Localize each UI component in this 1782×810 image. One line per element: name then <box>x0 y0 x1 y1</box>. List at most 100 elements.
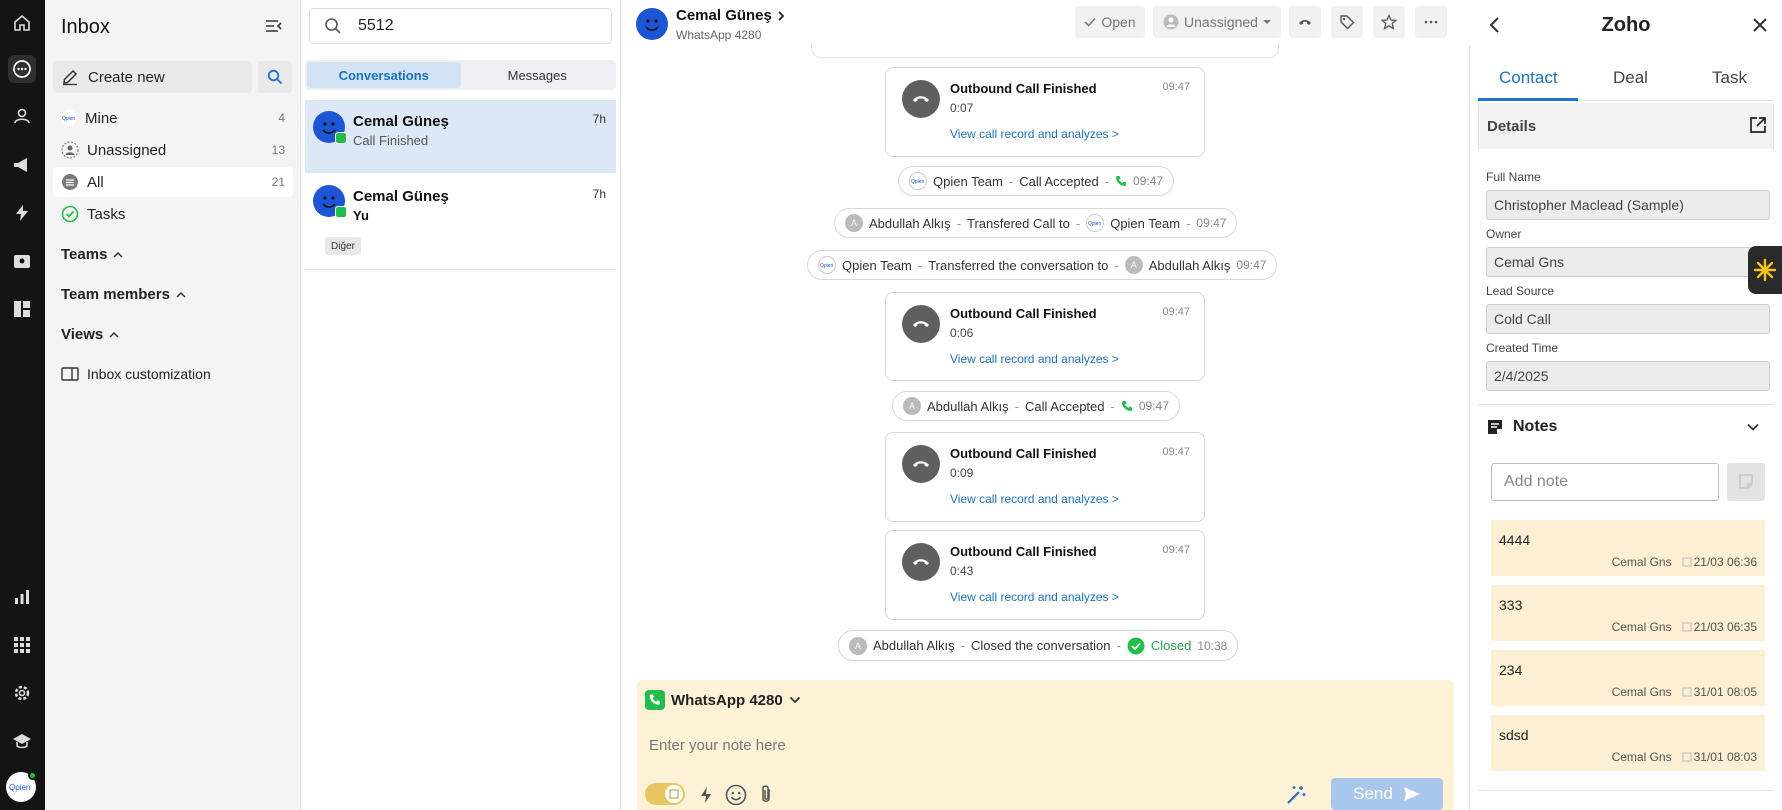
contact-name-link[interactable]: Cemal Güneş <box>676 7 786 24</box>
call-card: Outbound Call Finished 0:09 View call re… <box>885 432 1205 522</box>
contact-name: Cemal Güneş <box>676 7 772 24</box>
created-time-field[interactable]: 2/4/2025 <box>1486 361 1770 391</box>
previous-event-pill <box>811 44 1279 58</box>
tab-task[interactable]: Task <box>1712 68 1747 88</box>
call-record-link[interactable]: View call record and analyzes > <box>950 352 1119 366</box>
note-item[interactable]: 4444 Cemal Gns 21/03 06:36 <box>1491 520 1765 576</box>
tag-button[interactable] <box>1331 6 1363 38</box>
event-target: Qpien Team <box>1110 215 1181 231</box>
chat-icon[interactable] <box>8 55 36 83</box>
section-team-members[interactable]: Team members <box>61 286 186 303</box>
event-status: Closed <box>1150 638 1192 653</box>
message-preview: Yu <box>353 208 369 223</box>
notes-label: Notes <box>1513 418 1558 435</box>
section-teams[interactable]: Teams <box>61 246 123 263</box>
quick-reply-icon[interactable] <box>699 786 713 804</box>
call-record-link[interactable]: View call record and analyzes > <box>950 590 1119 604</box>
send-button[interactable]: Send <box>1331 778 1443 810</box>
event-pill: A Abdullah Alkış - Call Accepted - 09:47 <box>892 391 1180 421</box>
assignee-dropdown[interactable]: Unassigned <box>1153 6 1281 38</box>
collapse-sidebar-icon[interactable] <box>265 18 283 34</box>
event-action: Closed the conversation <box>971 638 1111 653</box>
dashboard-icon[interactable] <box>8 295 36 323</box>
avatar[interactable] <box>636 8 668 40</box>
call-record-link[interactable]: View call record and analyzes > <box>950 492 1119 506</box>
section-label: Team members <box>61 286 170 303</box>
bolt-icon[interactable] <box>8 199 36 227</box>
tab-conversations[interactable]: Conversations <box>307 62 461 88</box>
note-meta: Cemal Gns 21/03 06:35 <box>1612 620 1757 634</box>
conversation-search-input[interactable]: 5512 <box>309 8 612 44</box>
contacts-icon[interactable] <box>8 102 36 130</box>
external-link-icon[interactable] <box>1749 116 1767 134</box>
note-date: 21/03 06:35 <box>1693 620 1757 634</box>
user-avatar[interactable]: Qpien <box>6 771 37 802</box>
call-record-link[interactable]: View call record and analyzes > <box>950 127 1119 141</box>
layout-icon <box>61 367 79 381</box>
note-item[interactable]: 333 Cemal Gns 21/03 06:35 <box>1491 585 1765 641</box>
academy-icon[interactable] <box>8 727 36 755</box>
tab-messages[interactable]: Messages <box>461 62 615 88</box>
note-item[interactable]: sdsd Cemal Gns 31/01 08:03 <box>1491 715 1765 771</box>
emoji-icon[interactable] <box>725 784 747 806</box>
call-time: 09:47 <box>1162 81 1190 93</box>
field-label: Owner <box>1486 227 1522 241</box>
call-end-icon <box>902 80 940 118</box>
full-name-field[interactable]: Christopher Maclead (Sample) <box>1486 190 1770 220</box>
chevron-up-icon <box>109 331 119 338</box>
section-label: Views <box>61 326 104 343</box>
attachment-icon[interactable] <box>759 784 773 806</box>
settings-icon[interactable] <box>8 679 36 707</box>
status-open-button[interactable]: Open <box>1075 6 1145 38</box>
more-button[interactable] <box>1415 6 1447 38</box>
tab-contact[interactable]: Contact <box>1499 68 1558 88</box>
magic-wand-icon[interactable] <box>1285 784 1307 806</box>
composer-channel-selector[interactable]: WhatsApp 4280 <box>645 690 801 710</box>
sidebar-search-button[interactable] <box>258 61 292 93</box>
add-note-input[interactable]: Add note <box>1491 463 1719 501</box>
lead-source-field[interactable]: Cold Call <box>1486 304 1770 334</box>
inbox-customization-link[interactable]: Inbox customization <box>61 366 211 382</box>
note-date: 31/01 08:05 <box>1693 685 1757 699</box>
call-card-title: Outbound Call Finished <box>950 306 1097 321</box>
contact-card-icon[interactable] <box>8 247 36 275</box>
call-duration: 0:06 <box>950 326 974 340</box>
chat-panel: Cemal Güneş WhatsApp 4280 Open Unassigne… <box>621 0 1470 810</box>
call-card: Outbound Call Finished 0:06 View call re… <box>885 292 1205 381</box>
svg-text:Qpien: Qpien <box>911 179 925 184</box>
sidebar-item-label: All <box>87 173 104 191</box>
more-icon <box>1424 20 1438 24</box>
add-note-button[interactable] <box>1727 463 1765 501</box>
close-icon[interactable] <box>1752 17 1768 33</box>
call-button[interactable] <box>1289 6 1321 38</box>
sidebar-item-tasks[interactable]: Tasks <box>53 199 293 229</box>
note-toggle[interactable] <box>645 783 685 805</box>
note-item[interactable]: 234 Cemal Gns 31/01 08:05 <box>1491 650 1765 706</box>
note-icon <box>665 785 683 803</box>
event-separator: - <box>1186 215 1191 231</box>
conversation-item[interactable]: Cemal Güneş Call Finished 7h <box>305 100 616 173</box>
star-button[interactable] <box>1373 6 1405 38</box>
section-views[interactable]: Views <box>61 326 119 343</box>
reports-icon[interactable] <box>8 583 36 611</box>
tab-deal[interactable]: Deal <box>1613 68 1648 88</box>
apps-grid-icon[interactable] <box>8 631 36 659</box>
notes-header[interactable]: Notes <box>1478 405 1774 449</box>
note-small-icon <box>1682 752 1692 762</box>
owner-field[interactable]: Cemal Gns <box>1486 247 1770 277</box>
avatar: A <box>849 636 867 655</box>
create-new-button[interactable]: Create new <box>53 61 252 93</box>
sidebar-item-all[interactable]: All 21 <box>53 167 293 197</box>
conversation-time: 7h <box>592 112 606 126</box>
composer-input[interactable]: Enter your note here <box>649 737 786 754</box>
megaphone-icon[interactable] <box>8 151 36 179</box>
whatsapp-badge-icon <box>335 132 347 144</box>
conversation-tabs: Conversations Messages <box>305 60 616 90</box>
sidebar-item-unassigned[interactable]: Unassigned 13 <box>53 135 293 165</box>
sidebar-item-mine[interactable]: Qpien Mine 4 <box>53 103 293 133</box>
home-icon[interactable] <box>8 9 36 37</box>
conversation-item[interactable]: Cemal Güneş Yu 7h Diğer <box>305 174 616 270</box>
floating-widget-button[interactable] <box>1748 246 1782 294</box>
section-label: Teams <box>61 246 108 263</box>
call-card-title: Outbound Call Finished <box>950 81 1097 96</box>
